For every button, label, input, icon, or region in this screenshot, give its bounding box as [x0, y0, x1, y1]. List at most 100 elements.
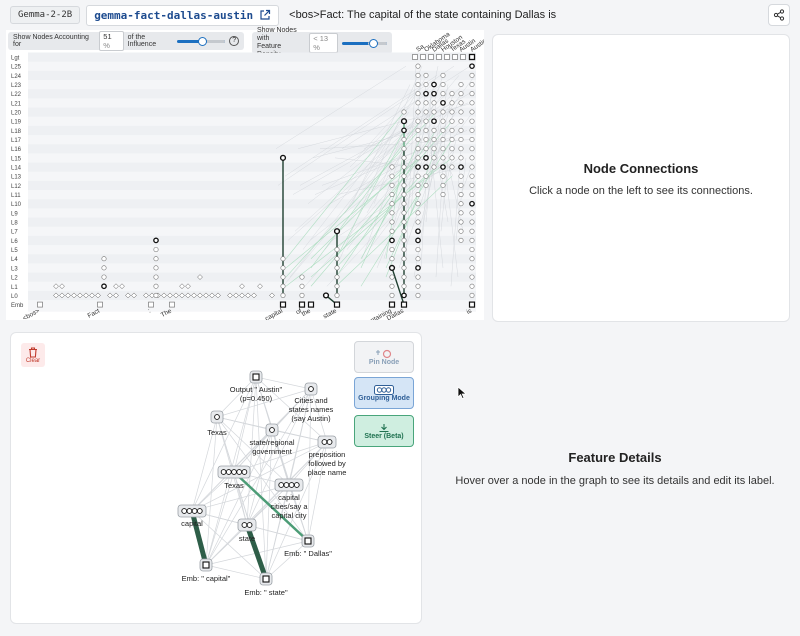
- graph-edge-positive: [360, 139, 421, 269]
- feature-node: [458, 219, 464, 225]
- feature-node: [153, 283, 159, 289]
- graph-edge: [284, 75, 438, 177]
- layer-band: [28, 89, 476, 99]
- feature-node: [389, 182, 395, 188]
- feature-node: [389, 228, 395, 234]
- grouping-mode-button[interactable]: Grouping Mode: [354, 377, 414, 409]
- feature-node: [389, 192, 395, 198]
- feature-node: [423, 137, 429, 143]
- layer-label: L23: [11, 83, 22, 89]
- feature-node: [458, 173, 464, 179]
- feature-node: [153, 247, 159, 253]
- subgraph-node-label: place name: [308, 468, 347, 477]
- density-slider[interactable]: [342, 38, 387, 48]
- subgraph-node[interactable]: Emb: " state": [244, 572, 288, 597]
- graph-edge-positive: [310, 120, 453, 287]
- feature-node: [415, 146, 421, 152]
- graph-edge: [408, 75, 444, 177]
- feature-node: [449, 164, 455, 170]
- feature-node-diamond: [119, 283, 125, 290]
- influence-slider[interactable]: [177, 36, 226, 46]
- layer-label: L1: [11, 285, 18, 291]
- layer-label: L7: [11, 230, 18, 236]
- feature-node: [469, 155, 475, 161]
- layer-label: L21: [11, 101, 22, 107]
- feature-node: [440, 137, 446, 143]
- feature-node: [280, 256, 286, 262]
- feature-node: [153, 256, 159, 262]
- logit-label: Houston: [440, 34, 464, 54]
- embedding-node: [468, 301, 476, 308]
- layer-band: [28, 290, 476, 301]
- feature-node: [153, 237, 159, 244]
- graph-edge: [297, 102, 475, 149]
- graph-edge: [378, 130, 414, 159]
- help-icon[interactable]: ?: [229, 36, 239, 46]
- feature-node-diamond: [209, 292, 215, 299]
- graph-selector[interactable]: gemma-fact-dallas-austin: [86, 4, 280, 26]
- subgraph-node[interactable]: prepositionfollowed byplace name: [308, 435, 347, 477]
- graph-name[interactable]: gemma-fact-dallas-austin: [94, 9, 253, 22]
- feature-node-diamond: [95, 292, 101, 299]
- subgraph-node[interactable]: capitalcities/say acapital city: [270, 478, 308, 520]
- layer-label: L5: [11, 248, 18, 254]
- steer-button[interactable]: Steer (Beta): [354, 415, 414, 447]
- subgraph-node[interactable]: state: [237, 518, 257, 543]
- subgraph-node[interactable]: Output " Austin"(p=0.450): [230, 370, 283, 403]
- feature-node: [423, 72, 429, 78]
- subgraph-node[interactable]: state/regionalgovernment: [249, 423, 295, 456]
- feature-node: [469, 100, 475, 106]
- feature-node: [415, 237, 421, 244]
- feature-node: [415, 219, 421, 225]
- pin-node-button[interactable]: Pin Node: [354, 341, 414, 373]
- subgraph-node[interactable]: Cities andstates names(say Austin): [289, 382, 334, 423]
- feature-node: [401, 228, 407, 234]
- feature-node: [440, 118, 446, 124]
- layer-label: L10: [11, 202, 22, 208]
- feature-node: [415, 173, 421, 179]
- subgraph-node[interactable]: Texas: [217, 465, 251, 490]
- subgraph-node-label: government: [252, 447, 293, 456]
- graph-edge: [423, 121, 439, 168]
- share-button[interactable]: [768, 4, 790, 26]
- graph-edge: [388, 148, 424, 214]
- influence-slider-knob[interactable]: [198, 36, 208, 46]
- feature-node: [449, 91, 455, 97]
- external-link-icon[interactable]: [259, 9, 271, 21]
- feature-node: [469, 118, 475, 124]
- feature-node: [280, 283, 286, 289]
- feature-node: [415, 109, 421, 115]
- layer-label: L18: [11, 129, 22, 135]
- feature-node-diamond: [227, 292, 233, 299]
- feature-node: [415, 256, 421, 262]
- graph-edge: [292, 93, 470, 195]
- feature-node-diamond: [233, 292, 239, 299]
- layer-band: [28, 162, 476, 172]
- graph-edge: [460, 166, 472, 195]
- subgraph-node[interactable]: Emb: " capital": [182, 558, 231, 583]
- node-connections-panel: Node Connections Click a node on the lef…: [492, 34, 790, 322]
- subgraph-node-label: (p=0.450): [240, 394, 273, 403]
- token-label: the: [301, 307, 313, 318]
- feature-node: [389, 219, 395, 225]
- graph-edge: [307, 120, 415, 204]
- feature-node-diamond: [161, 292, 167, 299]
- feature-node: [415, 201, 421, 207]
- feature-node: [469, 219, 475, 225]
- subgraph-node-circle: [308, 386, 314, 392]
- attribution-graph[interactable]: Lgt L25 L24 L23 L22 L21 L20 L19 L18 L17 L16 L15 L14 L…: [6, 30, 484, 320]
- density-slider-knob[interactable]: [368, 38, 378, 48]
- subgraph-node[interactable]: Emb: " Dallas": [284, 534, 332, 558]
- logit-label: Sa: [415, 43, 426, 54]
- feature-node: [423, 90, 429, 97]
- feature-node: [334, 292, 340, 298]
- graph-edge: [376, 130, 436, 269]
- graph-edge: [418, 93, 454, 232]
- feature-node-diamond: [53, 292, 59, 299]
- density-value-input[interactable]: < 13 %: [309, 33, 339, 53]
- influence-value-input[interactable]: 51 %: [99, 31, 124, 51]
- feature-node-diamond: [83, 292, 89, 299]
- graph-edge-positive: [385, 194, 421, 269]
- subgraph-node[interactable]: capital: [177, 504, 207, 528]
- embedding-node: [388, 301, 396, 308]
